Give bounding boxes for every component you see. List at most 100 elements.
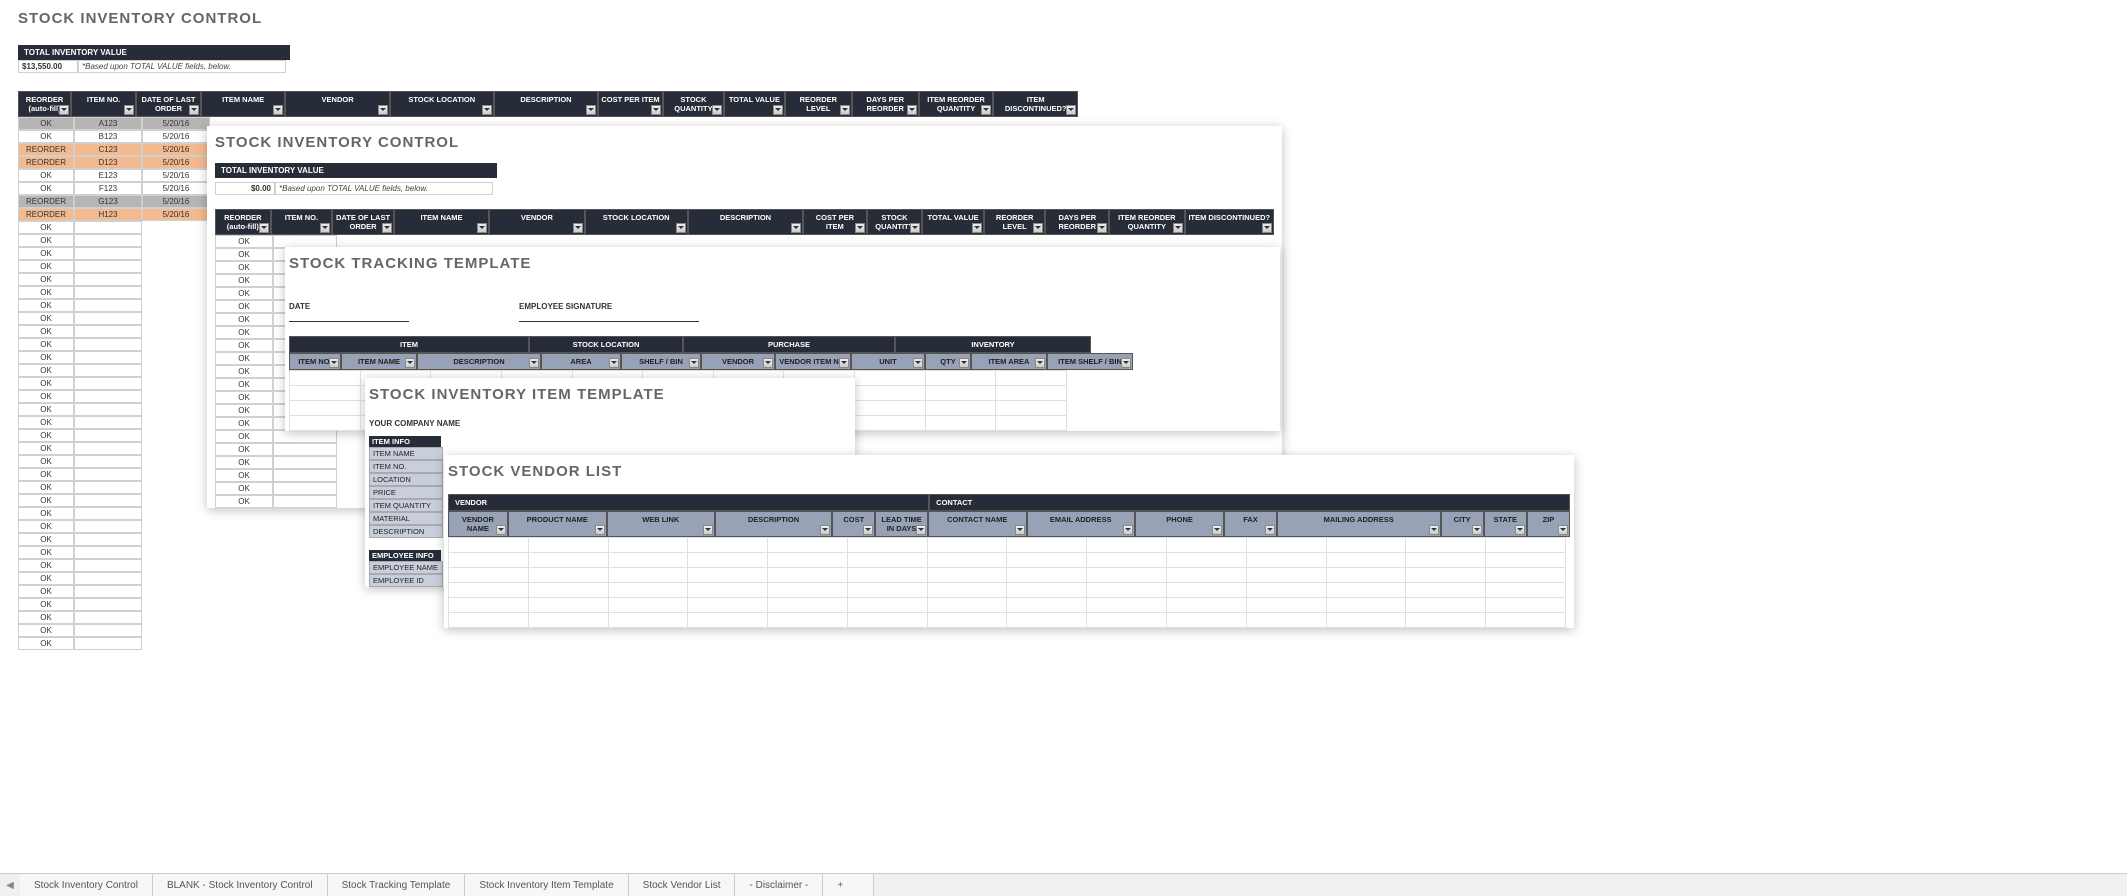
panel5-sub-header-2[interactable]: WEB LINK bbox=[607, 511, 715, 537]
panel5-sub-header-5[interactable]: LEAD TIME IN DAYS bbox=[875, 511, 927, 537]
panel5-sub-header-4[interactable]: COST bbox=[832, 511, 875, 537]
panel3-sub-header-2[interactable]: DESCRIPTION bbox=[417, 353, 541, 370]
filter-icon[interactable] bbox=[595, 525, 605, 535]
filter-icon[interactable] bbox=[1265, 525, 1275, 535]
panel3-sub-header-5[interactable]: VENDOR bbox=[701, 353, 775, 370]
filter-icon[interactable] bbox=[855, 223, 865, 233]
filter-icon[interactable] bbox=[189, 105, 199, 115]
panel1-header-8[interactable]: STOCK QUANTITY bbox=[663, 91, 724, 117]
filter-icon[interactable] bbox=[1033, 223, 1043, 233]
panel3-sub-header-8[interactable]: QTY bbox=[925, 353, 971, 370]
panel1-header-11[interactable]: DAYS PER REORDER bbox=[852, 91, 919, 117]
filter-icon[interactable] bbox=[329, 358, 339, 368]
filter-icon[interactable] bbox=[689, 358, 699, 368]
filter-icon[interactable] bbox=[273, 105, 283, 115]
filter-icon[interactable] bbox=[405, 358, 415, 368]
filter-icon[interactable] bbox=[573, 223, 583, 233]
filter-icon[interactable] bbox=[482, 105, 492, 115]
filter-icon[interactable] bbox=[1262, 223, 1272, 233]
panel2-header-12[interactable]: ITEM REORDER QUANTITY bbox=[1109, 209, 1185, 235]
filter-icon[interactable] bbox=[609, 358, 619, 368]
panel2-header-8[interactable]: STOCK QUANTITY bbox=[867, 209, 923, 235]
filter-icon[interactable] bbox=[124, 105, 134, 115]
panel5-sub-header-1[interactable]: PRODUCT NAME bbox=[508, 511, 607, 537]
panel3-sub-header-7[interactable]: UNIT bbox=[851, 353, 925, 370]
panel2-header-10[interactable]: REORDER LEVEL bbox=[984, 209, 1046, 235]
filter-icon[interactable] bbox=[529, 358, 539, 368]
panel5-sub-header-3[interactable]: DESCRIPTION bbox=[715, 511, 832, 537]
filter-icon[interactable] bbox=[763, 358, 773, 368]
panel1-empty-row[interactable]: OK bbox=[18, 637, 1078, 650]
filter-icon[interactable] bbox=[820, 525, 830, 535]
filter-icon[interactable] bbox=[840, 105, 850, 115]
panel2-header-4[interactable]: VENDOR bbox=[489, 209, 584, 235]
panel1-header-6[interactable]: DESCRIPTION bbox=[494, 91, 598, 117]
filter-icon[interactable] bbox=[1515, 525, 1525, 535]
filter-icon[interactable] bbox=[651, 105, 661, 115]
panel5-sub-header-11[interactable]: CITY bbox=[1441, 511, 1484, 537]
panel3-sub-header-3[interactable]: AREA bbox=[541, 353, 621, 370]
filter-icon[interactable] bbox=[59, 105, 69, 115]
filter-icon[interactable] bbox=[981, 105, 991, 115]
filter-icon[interactable] bbox=[1123, 525, 1133, 535]
filter-icon[interactable] bbox=[863, 525, 873, 535]
panel2-header-3[interactable]: ITEM NAME bbox=[394, 209, 489, 235]
panel5-sub-header-8[interactable]: PHONE bbox=[1135, 511, 1225, 537]
filter-icon[interactable] bbox=[1429, 525, 1439, 535]
filter-icon[interactable] bbox=[910, 223, 920, 233]
filter-icon[interactable] bbox=[712, 105, 722, 115]
panel1-header-2[interactable]: DATE OF LAST ORDER bbox=[136, 91, 201, 117]
filter-icon[interactable] bbox=[382, 223, 392, 233]
panel2-header-5[interactable]: STOCK LOCATION bbox=[585, 209, 688, 235]
panel1-header-13[interactable]: ITEM DISCONTINUED? bbox=[993, 91, 1078, 117]
panel3-sub-header-1[interactable]: ITEM NAME bbox=[341, 353, 417, 370]
filter-icon[interactable] bbox=[703, 525, 713, 535]
add-sheet-button[interactable]: + bbox=[823, 874, 874, 896]
panel3-sig-input-line[interactable] bbox=[519, 311, 699, 322]
filter-icon[interactable] bbox=[907, 105, 917, 115]
panel1-header-1[interactable]: ITEM NO. bbox=[71, 91, 136, 117]
panel5-sub-header-9[interactable]: FAX bbox=[1224, 511, 1276, 537]
panel2-header-6[interactable]: DESCRIPTION bbox=[688, 209, 803, 235]
panel1-header-7[interactable]: COST PER ITEM bbox=[598, 91, 663, 117]
panel3-sub-header-6[interactable]: VENDOR ITEM NO. bbox=[775, 353, 851, 370]
filter-icon[interactable] bbox=[773, 105, 783, 115]
panel2-header-7[interactable]: COST PER ITEM bbox=[803, 209, 867, 235]
panel1-header-0[interactable]: REORDER (auto-fill) bbox=[18, 91, 71, 117]
panel1-header-3[interactable]: ITEM NAME bbox=[201, 91, 286, 117]
sheet-nav-prev-icon[interactable]: ◀ bbox=[0, 874, 20, 896]
filter-icon[interactable] bbox=[839, 358, 849, 368]
filter-icon[interactable] bbox=[496, 525, 506, 535]
panel1-header-5[interactable]: STOCK LOCATION bbox=[390, 91, 494, 117]
panel1-header-4[interactable]: VENDOR bbox=[285, 91, 389, 117]
filter-icon[interactable] bbox=[916, 525, 926, 535]
filter-icon[interactable] bbox=[676, 223, 686, 233]
panel2-header-2[interactable]: DATE OF LAST ORDER bbox=[332, 209, 394, 235]
panel2-header-13[interactable]: ITEM DISCONTINUED? bbox=[1185, 209, 1274, 235]
filter-icon[interactable] bbox=[1173, 223, 1183, 233]
sheet-tab--disclaimer-[interactable]: - Disclaimer - bbox=[735, 874, 823, 896]
filter-icon[interactable] bbox=[1121, 358, 1131, 368]
filter-icon[interactable] bbox=[1472, 525, 1482, 535]
panel5-sub-header-7[interactable]: EMAIL ADDRESS bbox=[1027, 511, 1135, 537]
filter-icon[interactable] bbox=[320, 223, 330, 233]
filter-icon[interactable] bbox=[259, 223, 269, 233]
filter-icon[interactable] bbox=[586, 105, 596, 115]
filter-icon[interactable] bbox=[1015, 525, 1025, 535]
panel3-sub-header-4[interactable]: SHELF / BIN bbox=[621, 353, 701, 370]
panel5-sub-header-12[interactable]: STATE bbox=[1484, 511, 1527, 537]
panel2-header-11[interactable]: DAYS PER REORDER bbox=[1045, 209, 1109, 235]
filter-icon[interactable] bbox=[1035, 358, 1045, 368]
panel3-sub-header-10[interactable]: ITEM SHELF / BIN bbox=[1047, 353, 1133, 370]
filter-icon[interactable] bbox=[378, 105, 388, 115]
sheet-tab-stock-tracking-template[interactable]: Stock Tracking Template bbox=[328, 874, 466, 896]
panel5-sub-header-10[interactable]: MAILING ADDRESS bbox=[1277, 511, 1441, 537]
filter-icon[interactable] bbox=[1558, 525, 1568, 535]
filter-icon[interactable] bbox=[1212, 525, 1222, 535]
panel5-sub-header-13[interactable]: ZIP bbox=[1527, 511, 1570, 537]
sheet-tab-blank-stock-inventory-control[interactable]: BLANK - Stock Inventory Control bbox=[153, 874, 328, 896]
sheet-tab-stock-inventory-item-template[interactable]: Stock Inventory Item Template bbox=[465, 874, 628, 896]
panel5-sub-header-6[interactable]: CONTACT NAME bbox=[928, 511, 1027, 537]
panel1-header-10[interactable]: REORDER LEVEL bbox=[785, 91, 852, 117]
panel1-header-12[interactable]: ITEM REORDER QUANTITY bbox=[919, 91, 994, 117]
